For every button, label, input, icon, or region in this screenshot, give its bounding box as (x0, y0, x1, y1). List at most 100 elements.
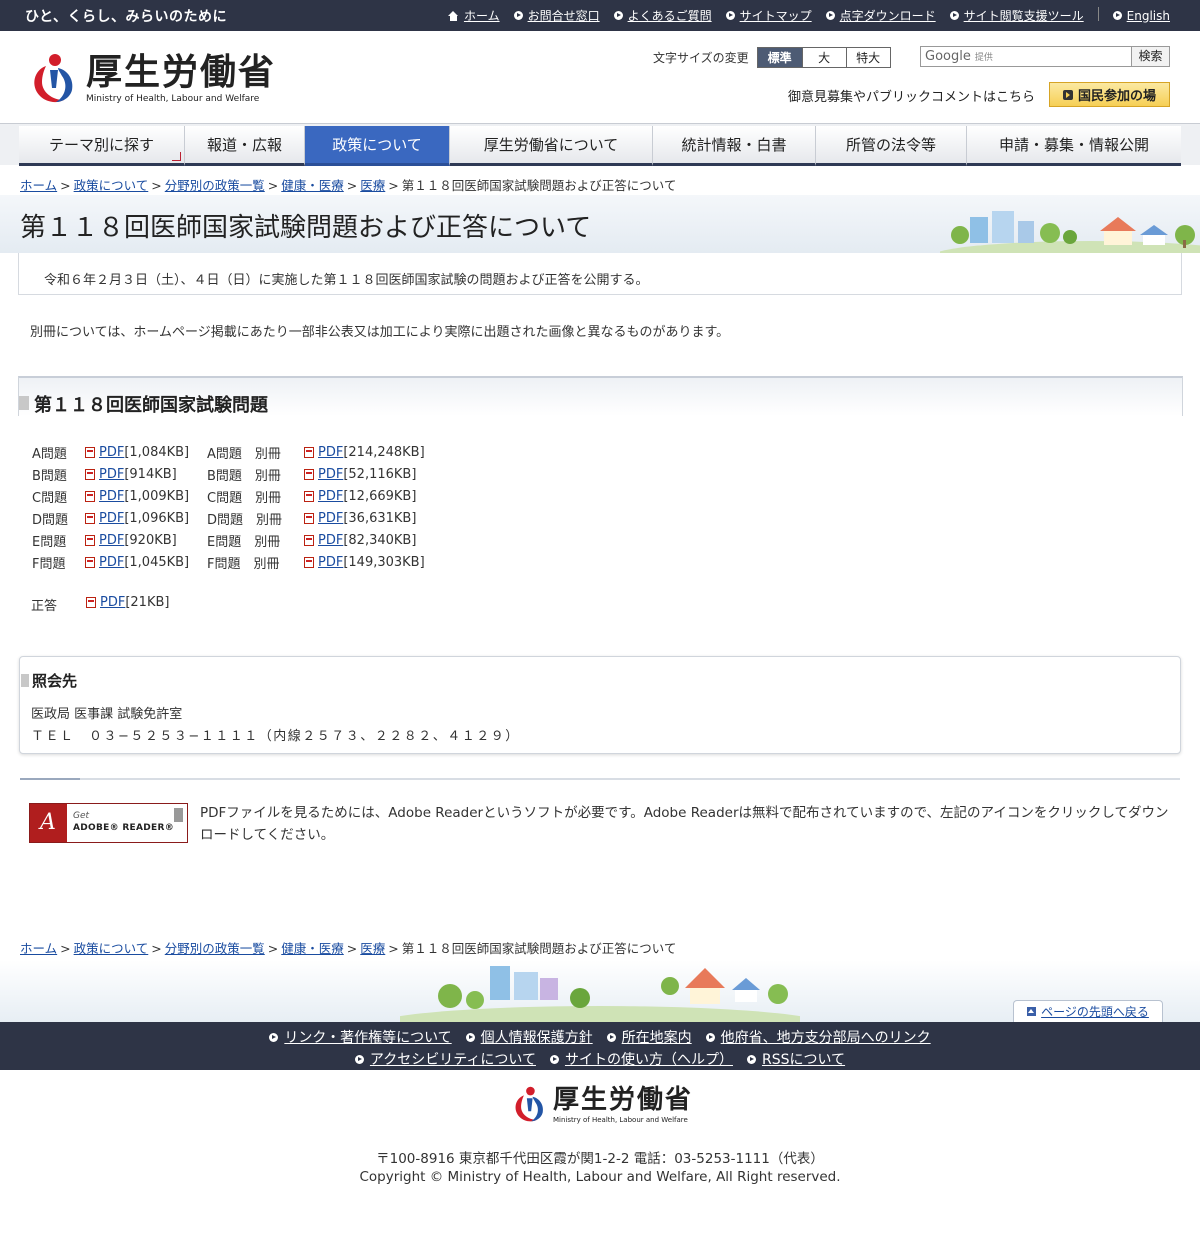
footer-logo-subtitle: Ministry of Health, Labour and Welfare (553, 1116, 688, 1124)
lead-text: 令和６年２月３日（土）、４日（日）に実施した第１１８回医師国家試験の問題および正… (44, 273, 649, 288)
util-link-accessibility-tool[interactable]: サイト閲覧支援ツール (949, 7, 1084, 24)
breadcrumb-current: 第１１８回医師国家試験問題および正答について (401, 941, 677, 956)
gnav-laws[interactable]: 所管の法令等 (816, 126, 967, 166)
footer-link-help[interactable]: サイトの使い方（ヘルプ） (549, 1049, 733, 1069)
footer-copyright: Copyright © Ministry of Health, Labour a… (359, 1169, 841, 1185)
footer-link-location[interactable]: 所在地案内 (606, 1027, 692, 1047)
breadcrumb-medical[interactable]: 医療 (360, 941, 385, 956)
kokumin-sanka-button[interactable]: 国民参加の場 (1049, 82, 1170, 107)
pdf-link[interactable]: PDF (318, 533, 343, 548)
bullet-icon (746, 1054, 756, 1064)
gnav-applications[interactable]: 申請・募集・情報公開 (967, 126, 1181, 166)
file-row: F問題 PDF [1,045KB] F問題 別冊 PDF [149,303KB] (32, 551, 425, 573)
file-label: D問題 別冊 (207, 512, 283, 528)
pdf-icon (304, 534, 314, 546)
logo-title: 厚生労働省 (86, 51, 277, 93)
pdf-link[interactable]: PDF (318, 467, 343, 482)
utility-bar: ひと、くらし、みらいのために ホーム お問合せ窓口 よくあるご質問 サイトマップ… (0, 0, 1200, 31)
site-search: Google 提供 検索 (920, 46, 1170, 67)
util-link-sitemap[interactable]: サイトマップ (725, 7, 812, 24)
search-button[interactable]: 検索 (1132, 46, 1170, 67)
pdf-link[interactable]: PDF (99, 555, 124, 570)
file-row: E問題 PDF [920KB] E問題 別冊 PDF [82,340KB] (32, 529, 425, 551)
file-size: [52,116KB] (343, 466, 417, 482)
breadcrumb-policy[interactable]: 政策について (74, 941, 149, 956)
file-label: F問題 (32, 556, 66, 572)
footer-link-copyright[interactable]: リンク・著作権等について (269, 1027, 452, 1047)
contact-heading: 照会先 (32, 672, 78, 690)
file-size: [12,669KB] (343, 488, 417, 504)
footer-logo[interactable]: 厚生労働省 Ministry of Health, Labour and Wel… (511, 1085, 693, 1124)
pdf-icon (86, 597, 96, 608)
heading-marker (21, 674, 29, 687)
footer-link-privacy[interactable]: 個人情報保護方針 (465, 1027, 593, 1047)
bullet-icon (354, 1054, 364, 1064)
page-top-link[interactable]: ページの先頭へ戻る (1013, 1000, 1163, 1022)
footer-logo-title: 厚生労働省 (553, 1085, 694, 1115)
breadcrumb-health[interactable]: 健康・医療 (281, 178, 344, 193)
pdf-link[interactable]: PDF (99, 489, 124, 504)
breadcrumb: ホーム > 政策について > 分野別の政策一覧 > 健康・医療 > 医療 > 第１１８回医師国家試験… (20, 178, 677, 193)
font-size-standard-button[interactable]: 標準 (757, 48, 802, 67)
pdf-link[interactable]: PDF (99, 511, 124, 526)
contact-department: 医政局 医事課 試験免許室 (31, 707, 183, 722)
file-size: [149,303KB] (343, 554, 425, 570)
gnav-statistics[interactable]: 統計情報・白書 (653, 126, 816, 166)
gnav-press[interactable]: 報道・広報 (185, 126, 305, 166)
pdf-icon (304, 556, 314, 568)
breadcrumb-policy-list[interactable]: 分野別の政策一覧 (165, 941, 265, 956)
gnav-theme[interactable]: テーマ別に探す (19, 126, 185, 166)
pdf-icon (85, 512, 95, 524)
file-row: A問題 PDF [1,084KB] A問題 別冊 PDF [214,248KB] (32, 441, 425, 463)
file-label: A問題 別冊 (207, 446, 281, 462)
pdf-link[interactable]: PDF (99, 467, 124, 482)
pdf-link[interactable]: PDF (318, 445, 343, 460)
pdf-link[interactable]: PDF (318, 511, 343, 526)
bullet-icon (1112, 11, 1122, 20)
breadcrumb-policy[interactable]: 政策について (74, 178, 149, 193)
bullet-icon (465, 1032, 475, 1042)
footer-link-accessibility[interactable]: アクセシビリティについて (354, 1049, 536, 1069)
font-size-large-button[interactable]: 大 (801, 48, 846, 67)
util-link-english[interactable]: English (1112, 7, 1170, 24)
logo-subtitle: Ministry of Health, Labour and Welfare (86, 94, 260, 104)
tagline: ひと、くらし、みらいのために (25, 9, 228, 25)
pdf-icon (304, 490, 314, 502)
breadcrumb-policy-list[interactable]: 分野別の政策一覧 (165, 178, 265, 193)
breadcrumb-home[interactable]: ホーム (20, 941, 57, 956)
footer-link-rss[interactable]: RSSについて (746, 1049, 845, 1069)
pdf-icon (304, 512, 314, 524)
footer-link-other-ministries[interactable]: 他府省、地方支分部局へのリンク (705, 1027, 931, 1047)
answer-label: 正答 (31, 599, 58, 614)
breadcrumb-medical[interactable]: 医療 (360, 178, 385, 193)
breadcrumb-home[interactable]: ホーム (20, 178, 57, 193)
gnav-policy[interactable]: 政策について (305, 126, 450, 166)
town-illustration (940, 211, 1200, 253)
util-link-braille[interactable]: 点字ダウンロード (825, 7, 936, 24)
search-input[interactable]: Google 提供 (920, 46, 1132, 67)
bullet-icon (269, 1032, 279, 1042)
file-label: B問題 (32, 468, 67, 484)
util-link-home[interactable]: ホーム (447, 7, 500, 24)
file-list: A問題 PDF [1,084KB] A問題 別冊 PDF [214,248KB] B… (32, 441, 425, 573)
util-link-faq[interactable]: よくあるご質問 (613, 7, 712, 24)
breadcrumb-health[interactable]: 健康・医療 (281, 941, 344, 956)
pdf-icon (85, 534, 95, 546)
google-logo: Google (925, 49, 971, 64)
heading-marker (19, 396, 29, 410)
font-size-xlarge-button[interactable]: 特大 (845, 48, 890, 67)
pdf-link[interactable]: PDF (318, 555, 343, 570)
adobe-note: PDFファイルを見るためには、Adobe Readerというソフトが必要です。A… (200, 805, 1169, 843)
gnav-about[interactable]: 厚生労働省について (450, 126, 653, 166)
pdf-link[interactable]: PDF (99, 533, 124, 548)
divider (20, 778, 1180, 780)
util-link-contact[interactable]: お問合せ窓口 (513, 7, 600, 24)
pdf-link[interactable]: PDF (99, 445, 124, 460)
answer-pdf-link[interactable]: PDF (100, 595, 125, 610)
file-size: [21KB] (125, 595, 170, 610)
pdf-link[interactable]: PDF (318, 489, 343, 504)
arrow-right-icon (1062, 89, 1073, 100)
site-logo[interactable]: 厚生労働省 Ministry of Health, Labour and Wel… (28, 52, 276, 104)
get-adobe-reader-button[interactable]: Get ADOBE® READER® (29, 803, 188, 843)
file-size: [36,631KB] (343, 510, 417, 526)
